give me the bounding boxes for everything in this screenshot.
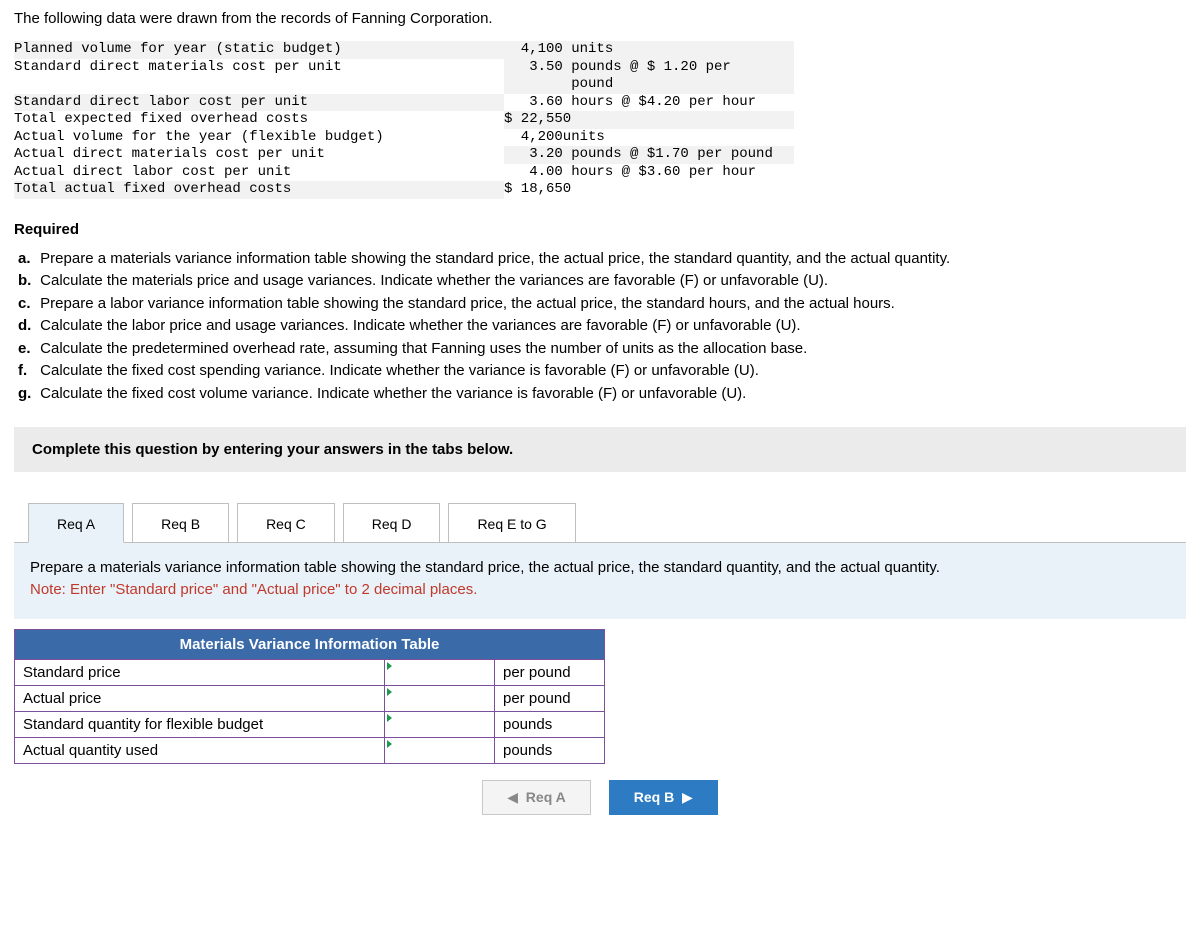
data-row-value: 4,100 units [504, 41, 794, 59]
variance-row-label: Actual price [15, 685, 385, 711]
data-row-label: Total actual fixed overhead costs [14, 181, 504, 199]
requirement-item: f. Calculate the fixed cost spending var… [18, 360, 1186, 383]
requirement-item: e. Calculate the predetermined overhead … [18, 338, 1186, 361]
requirement-text: Prepare a materials variance information… [36, 250, 950, 267]
chevron-left-icon: ◀ [507, 789, 518, 805]
requirement-text: Calculate the predetermined overhead rat… [36, 340, 807, 357]
requirement-label: f. [18, 360, 36, 383]
data-row-label: Actual direct materials cost per unit [14, 146, 504, 164]
requirement-text: Calculate the fixed cost spending varian… [36, 362, 759, 379]
variance-row-label: Standard quantity for flexible budget [15, 711, 385, 737]
variance-input-cell[interactable] [385, 737, 495, 763]
requirement-label: a. [18, 248, 36, 271]
requirement-label: e. [18, 338, 36, 361]
data-row-value: $ 22,550 [504, 111, 794, 129]
prev-label: Req A [526, 789, 566, 805]
data-row-label: Actual direct labor cost per unit [14, 164, 504, 182]
data-row-value: $ 18,650 [504, 181, 794, 199]
instruction-bar: Complete this question by entering your … [14, 427, 1186, 472]
required-heading: Required [14, 221, 1186, 238]
tab-req-e-to-g[interactable]: Req E to G [448, 503, 575, 543]
data-row-value: 3.60 hours @ $4.20 per hour [504, 94, 794, 112]
requirement-label: d. [18, 315, 36, 338]
data-row-value: 3.50 pounds @ $ 1.20 per pound [504, 59, 794, 94]
data-row-label: Total expected fixed overhead costs [14, 111, 504, 129]
requirements-list: a. Prepare a materials variance informat… [14, 248, 1186, 406]
data-row-value: 4.00 hours @ $3.60 per hour [504, 164, 794, 182]
tab-req-d[interactable]: Req D [343, 503, 441, 543]
panel-prompt: Prepare a materials variance information… [30, 559, 940, 576]
data-row-label: Standard direct labor cost per unit [14, 94, 504, 112]
variance-table-heading: Materials Variance Information Table [15, 629, 605, 659]
requirement-item: g. Calculate the fixed cost volume varia… [18, 383, 1186, 406]
intro-text: The following data were drawn from the r… [14, 10, 1186, 27]
requirement-text: Calculate the fixed cost volume variance… [36, 385, 746, 402]
variance-unit-cell: pounds [495, 737, 605, 763]
requirement-item: b. Calculate the materials price and usa… [18, 270, 1186, 293]
requirement-item: c. Prepare a labor variance information … [18, 293, 1186, 316]
nav-row: ◀ Req A Req B ▶ [14, 780, 1186, 815]
prev-button[interactable]: ◀ Req A [482, 780, 591, 815]
variance-input-cell[interactable] [385, 711, 495, 737]
data-row-label: Actual volume for the year (flexible bud… [14, 129, 504, 147]
panel-note: Note: Enter "Standard price" and "Actual… [30, 581, 477, 598]
data-row-value: 4,200units [504, 129, 794, 147]
data-row-label: Planned volume for year (static budget) [14, 41, 504, 59]
requirement-item: a. Prepare a materials variance informat… [18, 248, 1186, 271]
chevron-right-icon: ▶ [682, 789, 693, 805]
requirement-label: c. [18, 293, 36, 316]
requirement-text: Calculate the labor price and usage vari… [36, 317, 801, 334]
materials-variance-table: Materials Variance Information Table Sta… [14, 629, 605, 764]
variance-row-label: Actual quantity used [15, 737, 385, 763]
variance-input-cell[interactable] [385, 659, 495, 685]
variance-input-cell[interactable] [385, 685, 495, 711]
tab-req-a[interactable]: Req A [28, 503, 124, 543]
tab-req-c[interactable]: Req C [237, 503, 335, 543]
requirement-text: Calculate the materials price and usage … [36, 272, 828, 289]
variance-unit-cell: per pound [495, 659, 605, 685]
tab-req-b[interactable]: Req B [132, 503, 229, 543]
requirement-item: d. Calculate the labor price and usage v… [18, 315, 1186, 338]
variance-row-label: Standard price [15, 659, 385, 685]
data-row-label: Standard direct materials cost per unit [14, 59, 504, 94]
data-row-value: 3.20 pounds @ $1.70 per pound [504, 146, 794, 164]
next-button[interactable]: Req B ▶ [609, 780, 718, 815]
given-data-table: Planned volume for year (static budget) … [14, 41, 794, 199]
variance-unit-cell: per pound [495, 685, 605, 711]
requirement-label: g. [18, 383, 36, 406]
tab-bar: Req A Req B Req C Req D Req E to G [28, 502, 1186, 542]
tab-panel-req-a: Prepare a materials variance information… [14, 542, 1186, 619]
variance-unit-cell: pounds [495, 711, 605, 737]
requirement-label: b. [18, 270, 36, 293]
next-label: Req B [634, 789, 674, 805]
requirement-text: Prepare a labor variance information tab… [36, 295, 895, 312]
